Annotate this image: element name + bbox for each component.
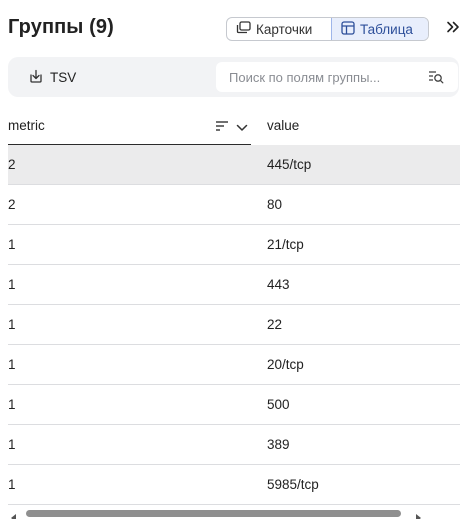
table-row[interactable]: 1 22 (8, 305, 460, 345)
cell-value: 80 (267, 197, 283, 212)
view-switch: Карточки Таблица (226, 17, 429, 41)
cell-value: 21/tcp (267, 237, 304, 252)
cell-metric: 1 (8, 317, 16, 332)
cell-value: 443 (267, 277, 290, 292)
table-view-button[interactable]: Таблица (331, 18, 428, 40)
table-row[interactable]: 2 80 (8, 185, 460, 225)
table-row[interactable]: 1 20/tcp (8, 345, 460, 385)
cell-value: 22 (267, 317, 283, 332)
cell-value: 500 (267, 397, 290, 412)
cell-metric: 1 (8, 357, 16, 372)
cell-value: 5985/tcp (267, 477, 319, 492)
table-row[interactable]: 1 389 (8, 425, 460, 465)
cards-view-label: Карточки (256, 21, 313, 37)
header: Группы (9) Карточки Таблица (8, 14, 464, 44)
cell-metric: 2 (8, 157, 16, 172)
table-row[interactable]: 1 21/tcp (8, 225, 460, 265)
page-title: Группы (9) (8, 16, 114, 38)
export-tsv-button[interactable]: TSV (28, 67, 76, 87)
double-chevron-right-icon (446, 20, 460, 38)
scroll-right-arrow-icon[interactable] (414, 509, 422, 519)
scroll-left-arrow-icon[interactable] (10, 509, 18, 519)
cell-metric: 2 (8, 197, 16, 212)
column-header-value[interactable]: value (267, 107, 460, 145)
cards-icon (236, 21, 251, 37)
collapse-panel-button[interactable] (442, 18, 464, 40)
scrollbar-thumb[interactable] (26, 510, 401, 517)
sort-lines-icon[interactable] (215, 119, 229, 137)
cell-value: 20/tcp (267, 357, 304, 372)
download-icon (28, 68, 44, 87)
table-row[interactable]: 1 500 (8, 385, 460, 425)
search-box (216, 62, 458, 92)
cell-metric: 1 (8, 397, 16, 412)
cell-metric: 1 (8, 437, 16, 452)
toolbar: TSV (8, 57, 459, 97)
horizontal-scrollbar[interactable] (8, 507, 460, 519)
table-body: 2 445/tcp 2 80 1 21/tcp 1 443 1 22 1 20/tcp 1 500 1 389… (8, 145, 460, 505)
export-tsv-label: TSV (50, 69, 77, 85)
search-input[interactable] (216, 62, 416, 92)
table-row[interactable]: 1 443 (8, 265, 460, 305)
cell-value: 445/tcp (267, 157, 312, 172)
column-header-value-label: value (267, 118, 300, 133)
table-view-label: Таблица (360, 21, 413, 37)
table-icon (341, 20, 355, 38)
chevron-down-icon[interactable] (236, 120, 248, 138)
cell-metric: 1 (8, 277, 16, 292)
cell-value: 389 (267, 437, 290, 452)
column-header-metric[interactable]: metric (8, 107, 251, 145)
cell-metric: 1 (8, 237, 16, 252)
column-header-metric-label: metric (8, 118, 45, 133)
cards-view-button[interactable]: Карточки (227, 18, 331, 40)
search-list-icon[interactable] (428, 69, 444, 90)
table-row[interactable]: 1 5985/tcp (8, 465, 460, 505)
groups-table: metric value 2 445/tcp 2 80 1 21/tcp 1 443 1 22 1 2… (8, 107, 460, 505)
table-row[interactable]: 2 445/tcp (8, 145, 460, 185)
cell-metric: 1 (8, 477, 16, 492)
table-header: metric value (8, 107, 460, 145)
